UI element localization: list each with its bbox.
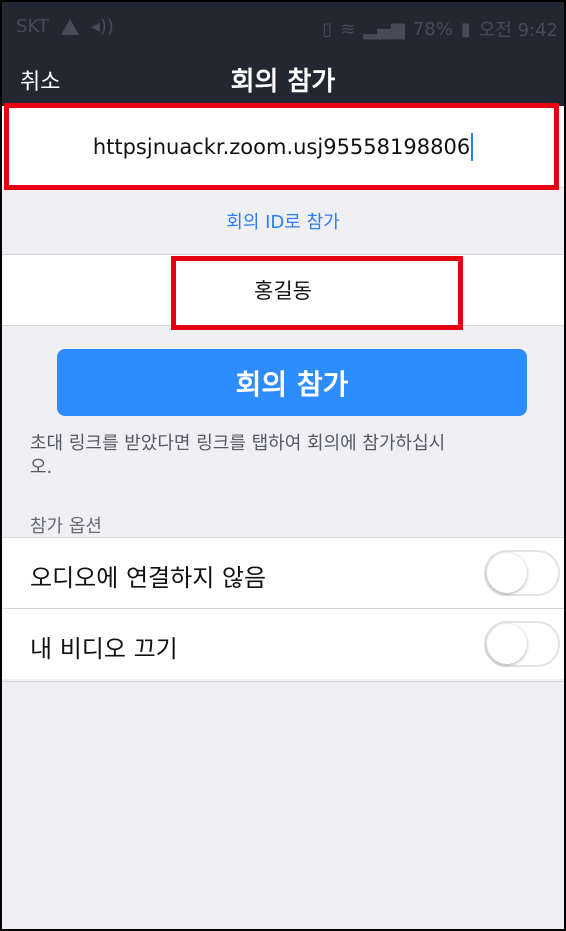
page-title: 회의 참가	[230, 67, 336, 97]
status-left: SKT ◂))	[16, 16, 114, 37]
list-divider	[2, 681, 564, 682]
display-name-value: 홍길동	[254, 279, 312, 303]
help-text: 초대 링크를 받았다면 링크를 탭하여 회의에 참가하십시오.	[30, 433, 446, 478]
meeting-url-input[interactable]: httpsjnuackr.zoom.usj95558198806	[2, 107, 564, 188]
status-right: ▯ ≋ ▂▄▆ 78% ▮ 오전 9:42	[322, 16, 558, 42]
app-frame: SKT ◂)) ▯ ≋ ▂▄▆ 78% ▮ 오전 9:42 취소 회의 참가 h…	[0, 0, 566, 931]
text-cursor	[471, 133, 474, 161]
warning-icon	[60, 18, 79, 35]
clock: 오전 9:42	[478, 20, 558, 41]
status-bar: SKT ◂)) ▯ ≋ ▂▄▆ 78% ▮ 오전 9:42	[2, 2, 564, 48]
volume-icon: ◂))	[90, 16, 114, 37]
option-no-audio-row: 오디오에 연결하지 않음	[2, 537, 564, 608]
nav-bar: 취소 회의 참가	[2, 48, 564, 106]
battery-percent: 78%	[412, 18, 453, 40]
no-audio-toggle[interactable]	[484, 550, 560, 596]
signal-icon: ▂▄▆	[363, 18, 405, 40]
option-video-off-row: 내 비디오 끄기	[2, 608, 564, 679]
meeting-url-value: httpsjnuackr.zoom.usj95558198806	[92, 135, 471, 159]
join-by-id-link[interactable]: 회의 ID로 참가	[2, 208, 564, 234]
carrier-label: SKT	[16, 16, 49, 37]
video-off-toggle[interactable]	[484, 621, 560, 667]
option-no-audio-label: 오디오에 연결하지 않음	[30, 564, 267, 592]
toggle-knob	[487, 553, 527, 593]
vibrate-icon: ▯	[322, 18, 333, 40]
option-video-off-label: 내 비디오 끄기	[30, 635, 178, 663]
toggle-knob	[487, 624, 527, 664]
options-section-label: 참가 옵션	[30, 516, 102, 537]
wifi-icon: ≋	[340, 18, 356, 40]
display-name-input[interactable]: 홍길동	[2, 254, 564, 326]
battery-icon: ▮	[460, 18, 471, 40]
join-meeting-button[interactable]: 회의 참가	[57, 349, 527, 416]
